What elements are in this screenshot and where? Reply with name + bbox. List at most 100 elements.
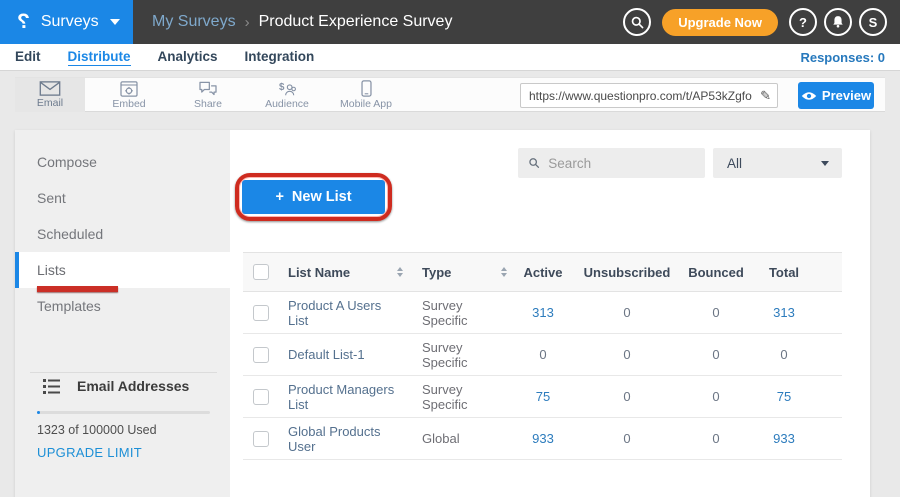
sidebar-item-sent[interactable]: Sent [15, 180, 230, 216]
tab-integration[interactable]: Integration [245, 49, 315, 65]
app-window: ? Surveys My Surveys › Product Experienc… [0, 0, 900, 497]
channel-mobile-app[interactable]: Mobile App [331, 78, 401, 112]
channel-label: Audience [265, 98, 309, 110]
breadcrumb-separator: › [245, 14, 250, 31]
column-active: Active [515, 265, 571, 280]
sidebar-item-compose[interactable]: Compose [15, 144, 230, 180]
list-name-link[interactable]: Default List-1 [288, 347, 365, 362]
search-button[interactable] [623, 8, 651, 36]
active-count[interactable]: 313 [515, 305, 571, 320]
list-name-link[interactable]: Global Products User [288, 424, 403, 454]
channel-label: Embed [112, 98, 145, 110]
channel-label: Email [37, 97, 63, 109]
email-icon [39, 81, 61, 96]
filter-value: All [727, 156, 742, 171]
active-count[interactable]: 75 [515, 389, 571, 404]
list-search-input[interactable] [548, 156, 695, 171]
search-icon [630, 15, 645, 30]
account-avatar[interactable]: S [859, 8, 887, 36]
row-checkbox[interactable] [253, 389, 269, 405]
column-list-name[interactable]: List Name [288, 265, 350, 280]
total-count[interactable]: 0 [749, 347, 819, 362]
product-name: Surveys [41, 13, 99, 31]
list-name-link[interactable]: Product Managers List [288, 382, 403, 412]
unsubscribed-count[interactable]: 0 [571, 347, 683, 362]
channel-embed[interactable]: Embed [94, 78, 164, 112]
usage-text: 1323 of 100000 Used [37, 423, 157, 437]
bounced-count[interactable]: 0 [683, 347, 749, 362]
upgrade-limit-link[interactable]: UPGRADE LIMIT [37, 445, 142, 460]
product-switcher[interactable]: ? Surveys [0, 0, 133, 44]
preview-button[interactable]: Preview [798, 82, 874, 109]
topbar-actions: Upgrade Now ? S [623, 8, 887, 36]
total-count[interactable]: 933 [749, 431, 819, 446]
unsubscribed-count[interactable]: 0 [571, 389, 683, 404]
upgrade-now-button[interactable]: Upgrade Now [662, 9, 778, 36]
tab-analytics[interactable]: Analytics [158, 49, 218, 65]
unsubscribed-count[interactable]: 0 [571, 305, 683, 320]
edit-url-pencil-icon[interactable]: ✎ [758, 88, 773, 104]
list-type: Global [422, 431, 460, 446]
usage-progress-fill [37, 411, 40, 414]
responses-counter[interactable]: Responses: 0 [800, 50, 885, 65]
new-list-label: New List [292, 189, 352, 205]
list-filter-dropdown[interactable]: All [713, 148, 842, 178]
new-list-button[interactable]: + New List [242, 180, 385, 214]
sidebar-item-templates[interactable]: Templates [15, 288, 230, 324]
svg-text:$: $ [279, 81, 285, 92]
avatar-initial: S [869, 15, 878, 30]
breadcrumb-survey-title: Product Experience Survey [259, 13, 453, 31]
row-checkbox[interactable] [253, 305, 269, 321]
content-card: Compose Sent Scheduled Lists Templates E… [15, 130, 870, 497]
bounced-count[interactable]: 0 [683, 305, 749, 320]
email-sidebar: Compose Sent Scheduled Lists Templates E… [15, 130, 230, 497]
help-button[interactable]: ? [789, 8, 817, 36]
total-count[interactable]: 313 [749, 305, 819, 320]
tab-edit[interactable]: Edit [15, 49, 41, 65]
table-row: Global Products User Global 933 0 0 933 [243, 418, 842, 460]
column-type[interactable]: Type [422, 265, 451, 280]
row-checkbox[interactable] [253, 431, 269, 447]
audience-icon: $ [277, 81, 297, 97]
sort-icon[interactable] [397, 267, 403, 277]
survey-url-input[interactable] [529, 89, 758, 103]
chevron-down-icon [821, 161, 829, 166]
distribute-toolbar: Email Embed Share $ Audience Mobile App … [15, 77, 885, 112]
bell-icon [831, 15, 845, 29]
eye-icon [801, 91, 817, 101]
channel-share[interactable]: Share [173, 78, 243, 112]
list-name-link[interactable]: Product A Users List [288, 298, 403, 328]
list-type: Survey Specific [422, 298, 507, 328]
top-bar: ? Surveys My Surveys › Product Experienc… [0, 0, 900, 44]
survey-url-field: ✎ [520, 83, 778, 108]
embed-icon [120, 81, 138, 97]
notifications-button[interactable] [824, 8, 852, 36]
list-type: Survey Specific [422, 340, 507, 370]
bounced-count[interactable]: 0 [683, 431, 749, 446]
sidebar-item-lists[interactable]: Lists [15, 252, 230, 288]
sidebar-divider [30, 372, 217, 373]
active-count[interactable]: 0 [515, 347, 571, 362]
column-bounced: Bounced [683, 265, 749, 280]
sidebar-item-scheduled[interactable]: Scheduled [15, 216, 230, 252]
active-count[interactable]: 933 [515, 431, 571, 446]
email-addresses-title: Email Addresses [77, 378, 189, 394]
sort-icon[interactable] [501, 267, 507, 277]
channel-audience[interactable]: $ Audience [252, 78, 322, 112]
list-type: Survey Specific [422, 382, 507, 412]
select-all-checkbox[interactable] [253, 264, 269, 280]
table-row: Default List-1 Survey Specific 0 0 0 0 [243, 334, 842, 376]
column-unsubscribed: Unsubscribed [571, 265, 683, 280]
survey-nav-tabs: Edit Distribute Analytics Integration Re… [0, 44, 900, 71]
breadcrumb-my-surveys[interactable]: My Surveys [152, 13, 236, 31]
channel-email[interactable]: Email [15, 78, 85, 112]
usage-progress-bar [37, 411, 210, 414]
preview-label: Preview [822, 88, 871, 103]
row-checkbox[interactable] [253, 347, 269, 363]
mobile-phone-icon [361, 80, 372, 97]
bounced-count[interactable]: 0 [683, 389, 749, 404]
question-mark-icon: ? [799, 15, 807, 30]
total-count[interactable]: 75 [749, 389, 819, 404]
unsubscribed-count[interactable]: 0 [571, 431, 683, 446]
tab-distribute[interactable]: Distribute [68, 49, 131, 66]
